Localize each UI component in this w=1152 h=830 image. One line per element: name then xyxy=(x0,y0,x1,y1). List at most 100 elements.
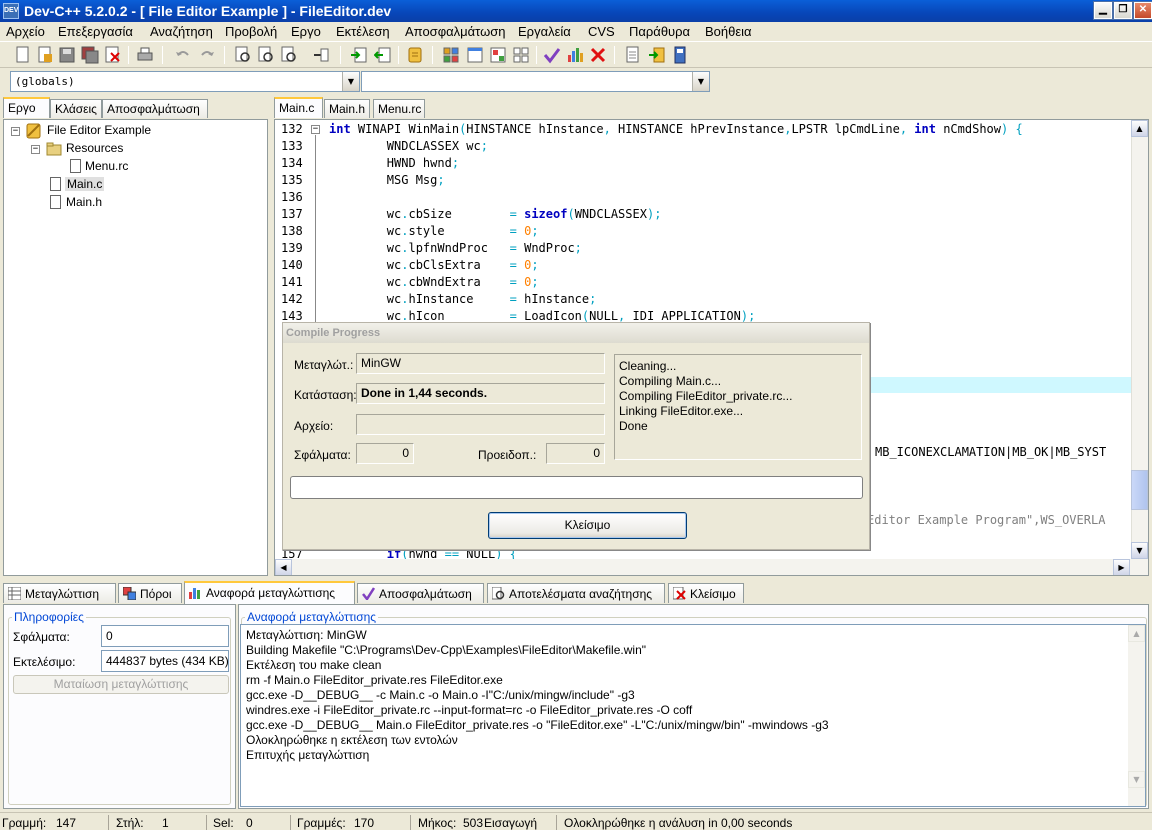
print-icon[interactable] xyxy=(136,46,154,64)
new-file-icon[interactable] xyxy=(14,46,32,64)
toolbar xyxy=(0,41,1152,68)
status-sel-value: 0 xyxy=(246,816,253,830)
tab-compile-log[interactable]: Αναφορά μεταγλώττισης xyxy=(184,581,355,604)
menu-search[interactable]: Αναζήτηση xyxy=(150,24,213,39)
tab-find-results[interactable]: Αποτελέσματα αναζήτησης xyxy=(487,583,665,603)
tab-compiler[interactable]: Μεταγλώττιση xyxy=(3,583,116,603)
menu-project[interactable]: Εργο xyxy=(291,24,321,39)
scroll-up-icon[interactable]: ▲ xyxy=(1128,625,1145,642)
report-line: Εκτέλεση του make clean xyxy=(246,658,382,672)
close-file-icon[interactable] xyxy=(104,46,122,64)
tab-close[interactable]: Κλείσιμο xyxy=(668,583,744,603)
tab-resources[interactable]: Πόροι xyxy=(118,583,182,603)
compile-log-line: Done xyxy=(619,419,648,433)
menu-debug[interactable]: Αποσφαλμάτωση xyxy=(405,24,506,39)
menu-help[interactable]: Βοήθεια xyxy=(705,24,752,39)
line-number: 141 xyxy=(281,275,303,289)
tab-label: Μεταγλώττιση xyxy=(25,587,100,601)
scroll-right-icon[interactable]: ▶ xyxy=(1113,559,1130,575)
tree-folder-resources[interactable]: Resources xyxy=(66,141,123,155)
status-sel-label: Sel: xyxy=(213,816,234,830)
tab-project[interactable]: Εργο xyxy=(3,97,50,118)
bar-chart-icon xyxy=(189,588,200,599)
menu-window[interactable]: Παράθυρα xyxy=(629,24,690,39)
tree-file-main-h[interactable]: Main.h xyxy=(66,195,102,209)
add-to-project-icon[interactable] xyxy=(350,46,368,64)
grid-icon[interactable] xyxy=(512,46,530,64)
resources-icon xyxy=(123,587,136,600)
window-icon[interactable] xyxy=(466,46,484,64)
run-icon[interactable] xyxy=(566,46,584,64)
menu-execute[interactable]: Εκτέλεση xyxy=(336,24,390,39)
close-window-button[interactable]: ✕ xyxy=(1133,1,1152,20)
tree-project[interactable]: File Editor Example xyxy=(47,123,151,137)
menu-edit[interactable]: Επεξεργασία xyxy=(58,24,133,39)
abort-compile-button[interactable]: Ματαίωση μεταγλώττισης xyxy=(13,675,229,694)
tab-menu-rc[interactable]: Menu.rc xyxy=(373,99,425,118)
collapse-icon[interactable]: − xyxy=(11,127,20,136)
tree-file-menu-rc[interactable]: Menu.rc xyxy=(85,159,128,173)
file-field xyxy=(356,414,605,435)
tab-classes[interactable]: Κλάσεις xyxy=(50,99,102,118)
color-grid-icon[interactable] xyxy=(489,46,507,64)
layout-icon[interactable] xyxy=(442,46,460,64)
scroll-down-icon[interactable]: ▼ xyxy=(1131,542,1148,559)
editor-vertical-scrollbar[interactable]: ▲ ▼ xyxy=(1131,120,1148,559)
chevron-down-icon[interactable]: ▼ xyxy=(692,72,709,91)
status-message: Ολοκληρώθηκε η ανάλυση in 0,00 seconds xyxy=(564,816,793,830)
code-line: wc.hIcon = LoadIcon(NULL, IDI_APPLICATIO… xyxy=(329,309,756,323)
stop-icon[interactable] xyxy=(589,46,607,64)
fold-icon[interactable]: − xyxy=(311,125,320,134)
project-options-icon[interactable] xyxy=(406,46,424,64)
scroll-down-icon[interactable]: ▼ xyxy=(1128,771,1145,788)
status-lines-label: Γραμμές: xyxy=(297,816,346,830)
line-number: 137 xyxy=(281,207,303,221)
scroll-left-icon[interactable]: ◀ xyxy=(275,559,292,575)
status-length-label: Μήκος: xyxy=(418,816,457,830)
book-icon[interactable] xyxy=(671,46,689,64)
tree-file-main-c[interactable]: Main.c xyxy=(65,177,105,191)
report-scrollbar[interactable]: ▲ ▼ xyxy=(1128,625,1145,806)
compile-icon[interactable] xyxy=(543,46,561,64)
scroll-up-icon[interactable]: ▲ xyxy=(1131,120,1148,137)
code-line: MSG Msg; xyxy=(329,173,445,187)
tab-debugging[interactable]: Αποσφαλμάτωση xyxy=(357,583,484,603)
menu-view[interactable]: Προβολή xyxy=(225,24,277,39)
tab-main-c[interactable]: Main.c xyxy=(274,97,323,118)
menu-tools[interactable]: Εργαλεία xyxy=(518,24,571,39)
maximize-button[interactable]: ❐ xyxy=(1113,1,1133,20)
minimize-button[interactable]: ▁ xyxy=(1093,1,1113,20)
editor-horizontal-scrollbar[interactable]: ◀ ▶ xyxy=(275,559,1148,575)
save-icon[interactable] xyxy=(58,46,76,64)
menu-file[interactable]: Αρχείο xyxy=(6,24,45,39)
save-all-icon[interactable] xyxy=(81,46,99,64)
redo-icon[interactable] xyxy=(198,46,216,64)
import-icon[interactable] xyxy=(624,46,642,64)
tab-debug-left[interactable]: Αποσφαλμάτωση xyxy=(102,99,208,118)
tab-main-h[interactable]: Main.h xyxy=(324,99,370,118)
undo-icon[interactable] xyxy=(174,46,192,64)
new-project-icon[interactable] xyxy=(36,46,54,64)
report-line: rm -f Main.o FileEditor_private.res File… xyxy=(246,673,503,687)
scope-combo-value: (globals) xyxy=(15,75,75,88)
compile-report-log[interactable]: Μεταγλώττιση: MinGW Building Makefile "C… xyxy=(240,624,1146,807)
collapse-icon[interactable]: − xyxy=(31,145,40,154)
scope-combo[interactable]: (globals) ▼ xyxy=(10,71,360,92)
app-icon: DEV xyxy=(3,3,19,19)
goto-line-icon[interactable] xyxy=(312,46,330,64)
status-lines-value: 170 xyxy=(354,816,375,830)
find-next-icon[interactable] xyxy=(280,46,298,64)
line-number: 136 xyxy=(281,190,303,204)
file-icon xyxy=(50,177,61,191)
replace-icon[interactable] xyxy=(257,46,275,64)
find-icon[interactable] xyxy=(234,46,252,64)
export-icon[interactable] xyxy=(648,46,666,64)
chevron-down-icon[interactable]: ▼ xyxy=(342,72,359,91)
scroll-thumb[interactable] xyxy=(1131,470,1148,510)
remove-from-project-icon[interactable] xyxy=(373,46,392,64)
menu-cvs[interactable]: CVS xyxy=(588,24,615,39)
symbol-combo[interactable]: ▼ xyxy=(361,71,710,92)
info-panel: Πληροφορίες Σφάλματα: 0 Εκτελέσιμο: 4448… xyxy=(3,604,236,809)
dialog-close-button[interactable]: Κλείσιμο xyxy=(488,512,687,539)
status-bar: Γραμμή: 147 Στήλ: 1 Sel: 0 Γραμμές: 170 … xyxy=(0,812,1152,830)
